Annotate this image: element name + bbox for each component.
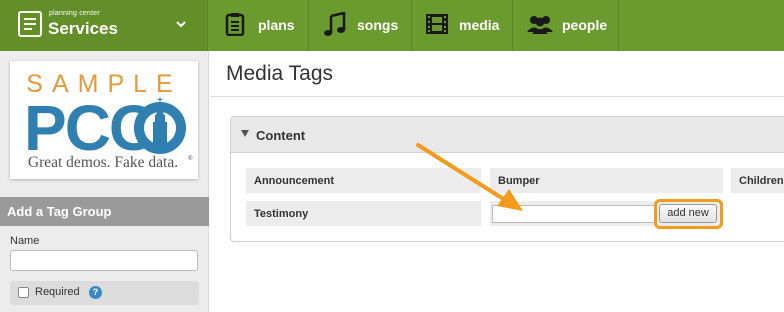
tag-group-header[interactable]: Content bbox=[231, 117, 784, 153]
required-label: Required bbox=[35, 286, 80, 298]
highlight-callout bbox=[654, 199, 723, 229]
film-strip-icon bbox=[426, 14, 448, 34]
chevron-down-icon[interactable] bbox=[175, 18, 187, 30]
help-icon[interactable]: ? bbox=[89, 286, 102, 299]
nav-people[interactable]: people bbox=[513, 0, 619, 51]
required-checkbox[interactable] bbox=[18, 287, 29, 298]
logo-registered-mark: ® bbox=[188, 155, 193, 162]
brand-product-name: Services bbox=[48, 19, 118, 38]
tag-announcement[interactable]: Announcement bbox=[246, 168, 481, 193]
tag-group-title: Content bbox=[256, 128, 306, 143]
nav-plans[interactable]: plans bbox=[209, 0, 309, 51]
tag-children[interactable]: Children bbox=[731, 168, 784, 193]
pco-logo-graphic: SAMPLE PCO Great demos. Fake data. ® bbox=[24, 70, 193, 171]
tag-testimony[interactable]: Testimony bbox=[246, 201, 481, 226]
tag-bumper[interactable]: Bumper bbox=[490, 168, 723, 193]
nav-songs[interactable]: songs bbox=[309, 0, 412, 51]
collapse-triangle-icon[interactable] bbox=[241, 130, 249, 137]
page-title: Media Tags bbox=[226, 62, 334, 85]
required-option: Required ? bbox=[10, 281, 199, 305]
sidebar: SAMPLE PCO Great demos. Fake data. ® Add… bbox=[0, 51, 209, 312]
nav-media[interactable]: media bbox=[412, 0, 513, 51]
app-switcher[interactable]: planning center Services bbox=[0, 0, 208, 51]
tag-group-name-input[interactable] bbox=[10, 250, 198, 271]
music-note-icon bbox=[324, 12, 346, 36]
nav-plans-label: plans bbox=[258, 17, 295, 33]
top-navigation-bar: planning center Services plans songs med… bbox=[0, 0, 784, 51]
nav-people-label: people bbox=[562, 17, 608, 33]
people-icon bbox=[527, 16, 553, 34]
brand-subtitle: planning center bbox=[49, 10, 100, 17]
nav-songs-label: songs bbox=[357, 17, 399, 33]
logo-tagline: Great demos. Fake data. bbox=[28, 154, 178, 171]
add-tag-group-header: Add a Tag Group bbox=[0, 197, 209, 226]
clipboard-icon bbox=[225, 13, 245, 36]
title-divider bbox=[210, 96, 784, 97]
sample-pco-logo: SAMPLE PCO Great demos. Fake data. ® bbox=[10, 61, 198, 179]
nav-media-label: media bbox=[459, 17, 500, 33]
services-logo-icon bbox=[18, 11, 42, 37]
tag-group-name-label: Name bbox=[10, 235, 40, 247]
new-tag-input[interactable] bbox=[492, 205, 657, 223]
